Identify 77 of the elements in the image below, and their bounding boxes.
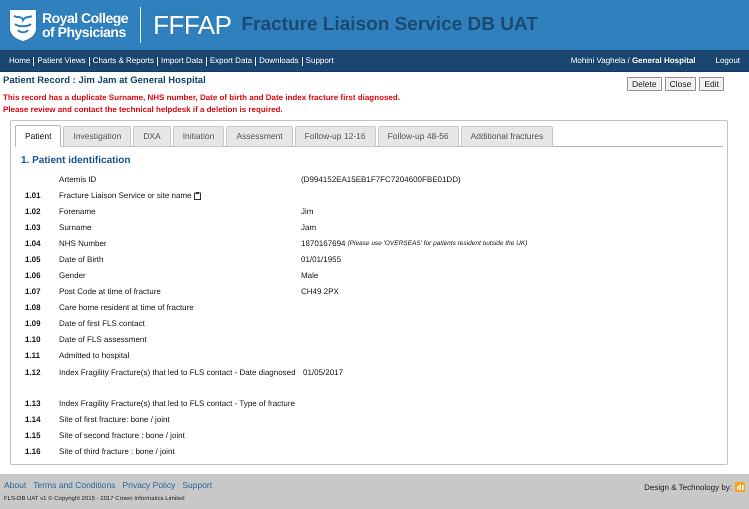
field-number: 1.05	[24, 254, 42, 266]
action-button[interactable]: Edit	[699, 77, 724, 91]
section-heading: 1. Patient identification	[21, 154, 132, 168]
field-number: 1.07	[24, 286, 42, 298]
field-number: 1.09	[24, 318, 42, 330]
clipboard-icon[interactable]	[194, 192, 200, 200]
field-label: Admitted to hospital	[59, 350, 130, 362]
field-value: Jim	[301, 206, 314, 218]
footer-link[interactable]: Terms and Conditions	[33, 479, 116, 492]
field-number: 1.03	[24, 222, 42, 234]
field-number: 1.13	[24, 398, 42, 410]
footer-link[interactable]: Support	[182, 479, 212, 492]
nav-link[interactable]: Charts & Reports	[92, 55, 154, 67]
action-button[interactable]: Delete	[627, 77, 662, 91]
field-value: 1870167694	[301, 238, 346, 250]
credit-text: Design & Technology by:	[644, 482, 732, 494]
field-label: Date of Birth	[59, 254, 104, 266]
logout-link[interactable]: Logout	[716, 55, 740, 67]
field-label: Index Fragility Fracture(s) that led to FLS contact - Date diagnosed	[59, 367, 296, 379]
field-number: 1.08	[24, 302, 42, 314]
action-button[interactable]: Close	[664, 77, 696, 91]
field-label: Site of first fracture: bone / joint	[59, 414, 170, 426]
field-label: Post Code at time of fracture	[59, 286, 161, 298]
app-title: Fracture Liaison Service DB UAT	[242, 12, 538, 37]
field-number: 1.01	[24, 190, 42, 202]
field-value: Jam	[301, 222, 316, 234]
footer-link[interactable]: Privacy Policy	[122, 479, 176, 492]
tab[interactable]: DXA	[133, 126, 171, 147]
nav-link[interactable]: Patient Views	[37, 55, 86, 67]
tab[interactable]: Investigation	[63, 126, 132, 147]
field-number: 1.12	[24, 367, 42, 379]
tab[interactable]: Initiation	[172, 126, 224, 147]
nav-link[interactable]: Downloads	[259, 55, 299, 67]
field-value: (D994152EA15EB1F7FC7204600FBE01DD)	[301, 174, 461, 186]
field-number: 1.16	[24, 446, 42, 458]
field-number: 1.15	[24, 430, 42, 442]
field-label: Date of first FLS contact	[59, 318, 145, 330]
field-value: Male	[301, 270, 318, 282]
field-number: 1.04	[24, 238, 42, 250]
crest-icon	[8, 8, 38, 42]
tab[interactable]: Follow-up 12-16	[294, 126, 376, 147]
field-number: 1.06	[24, 270, 42, 282]
field-value: 01/01/1955	[301, 254, 342, 266]
field-label: Artemis ID	[59, 174, 96, 186]
field-label: Site of third fracture : bone / joint	[59, 446, 175, 458]
tab[interactable]: Additional fractures	[460, 126, 554, 147]
company-logo-icon	[735, 482, 745, 492]
field-label: Index Fragility Fracture(s) that led to FLS contact - Type of fracture	[59, 398, 295, 410]
warning-message: This record has a duplicate Surname, NHS number, Date of birth and Date index fracture first diagnosed.	[3, 92, 401, 104]
page-title: Patient Record : Jim Jam at General Hospital	[3, 74, 206, 88]
org-name: Royal College	[42, 11, 128, 25]
field-label: Fracture Liaison Service or site name	[59, 190, 192, 202]
footer-link[interactable]: About	[4, 479, 26, 492]
field-label: Date of FLS assessment	[59, 334, 147, 346]
field-label: Site of second fracture : bone / joint	[59, 430, 185, 442]
field-number: 1.10	[24, 334, 42, 346]
tab[interactable]: Patient	[15, 125, 62, 147]
tab[interactable]: Assessment	[226, 126, 293, 147]
tab[interactable]: Follow-up 48-56	[378, 126, 459, 147]
org-name: of Physicians	[42, 25, 126, 39]
field-label: Forename	[59, 206, 96, 218]
field-number: 1.14	[24, 414, 42, 426]
field-label: Surname	[59, 222, 92, 234]
field-label: NHS Number	[59, 238, 107, 250]
program-name: FFFAP	[153, 8, 232, 42]
field-number: 1.02	[24, 206, 42, 218]
field-label: Gender	[59, 270, 86, 282]
nav-link[interactable]: Export Data	[210, 55, 252, 67]
nav-link[interactable]: Support	[306, 55, 334, 67]
field-value: 01/05/2017	[303, 367, 344, 379]
warning-message: Please review and contact the technical helpdesk if a deletion is required.	[3, 104, 284, 116]
field-value: CH49 2PX	[301, 286, 339, 298]
nav-link[interactable]: Home	[9, 55, 30, 67]
field-number: 1.11	[24, 350, 42, 362]
field-label: Care home resident at time of fracture	[59, 302, 194, 314]
nav-link[interactable]: Import Data	[161, 55, 203, 67]
user-label: Mohini Vaghela / General Hospital	[570, 55, 696, 67]
